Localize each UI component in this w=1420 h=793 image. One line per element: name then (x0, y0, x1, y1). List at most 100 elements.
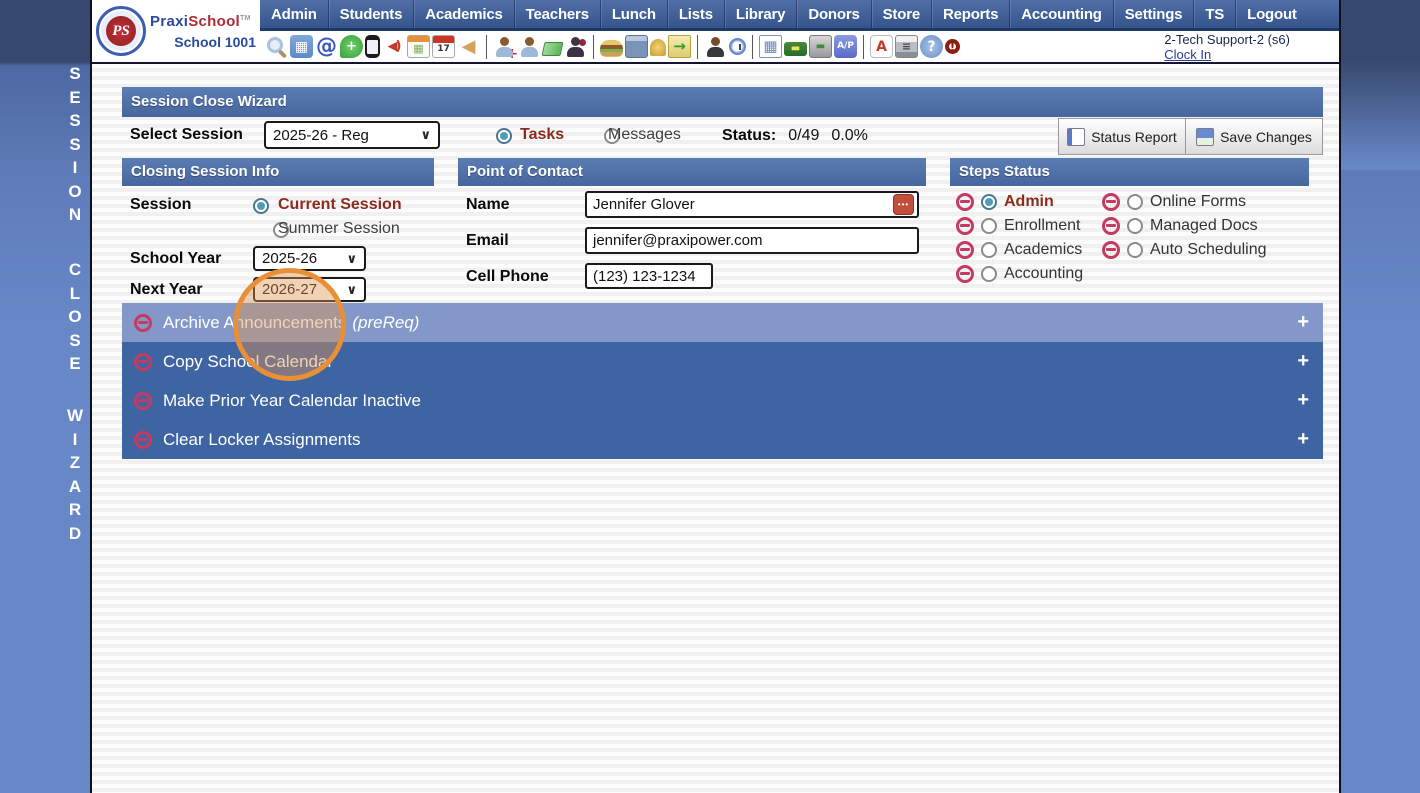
nav-item-reports[interactable]: Reports (930, 0, 1009, 28)
sidebar-word-session: SESSION (68, 64, 82, 224)
sidebar-word-wizard: WIZARD (66, 406, 84, 543)
tasks-label[interactable]: Tasks (520, 126, 564, 144)
alarm-clock-icon[interactable] (729, 38, 746, 55)
nav-item-lunch[interactable]: Lunch (599, 0, 667, 28)
calendar-color-icon[interactable]: ▦ (407, 35, 430, 58)
school-year-select[interactable]: 2025-26 ∨ (253, 246, 366, 271)
expand-plus-icon[interactable]: + (1297, 389, 1311, 412)
current-session-radio[interactable] (253, 198, 269, 214)
payment-card-icon[interactable]: ▬ (784, 42, 807, 56)
nav-item-ts[interactable]: TS (1193, 0, 1235, 28)
no-entry-icon (956, 241, 974, 259)
wizard-header: Session Close Wizard (122, 87, 1323, 117)
accounts-payable-icon[interactable]: A/P (834, 35, 857, 58)
toolbar-divider (593, 34, 594, 59)
step-label[interactable]: Online Forms (1150, 193, 1246, 211)
no-entry-icon (134, 352, 152, 371)
step-radio-academics[interactable] (981, 242, 997, 258)
mobile-phone-icon[interactable] (365, 35, 380, 58)
nav-item-logout[interactable]: Logout (1235, 0, 1308, 28)
nav-item-teachers[interactable]: Teachers (513, 0, 600, 28)
name-field[interactable]: Jennifer Glover (585, 191, 919, 218)
nav-item-academics[interactable]: Academics (413, 0, 513, 28)
task-label: Copy School Calendar (163, 351, 334, 371)
session-select-row: Select Session 2025-26 - Reg ∨ Tasks Mess… (122, 118, 1323, 158)
cell-phone-field[interactable]: (123) 123-1234 (585, 263, 713, 289)
name-more-button[interactable]: ••• (893, 194, 914, 215)
closing-session-info-header: Closing Session Info (122, 158, 434, 186)
session-select[interactable]: 2025-26 - Reg ∨ (264, 121, 440, 149)
step-radio-accounting[interactable] (981, 266, 997, 282)
status-report-button[interactable]: Status Report (1058, 118, 1185, 155)
nav-item-students[interactable]: Students (327, 0, 414, 28)
step-status-academics: Academics (956, 238, 1083, 262)
bell-icon[interactable] (650, 39, 666, 56)
nav-item-library[interactable]: Library (723, 0, 796, 28)
nav-item-donors[interactable]: Donors (796, 0, 870, 28)
speaker-icon[interactable]: ◀) (382, 35, 405, 58)
email-at-icon[interactable]: @ (315, 35, 338, 58)
status-percent: 0.0% (831, 127, 868, 144)
step-label[interactable]: Accounting (1004, 265, 1083, 283)
search-icon[interactable] (265, 35, 288, 58)
no-entry-icon (956, 265, 974, 283)
pdf-icon[interactable]: A (870, 35, 893, 58)
save-changes-button[interactable]: Save Changes (1185, 118, 1323, 155)
next-year-select[interactable]: 2026-27 ∨ (253, 277, 366, 302)
step-label[interactable]: Academics (1004, 241, 1082, 259)
family-icon[interactable] (564, 35, 587, 58)
top-right-background (1341, 0, 1420, 170)
step-label[interactable]: Managed Docs (1150, 217, 1258, 235)
toolbar-divider (752, 34, 753, 59)
money-icon[interactable] (541, 42, 564, 56)
megaphone-icon[interactable]: ◀ (457, 35, 480, 58)
task-row-copy-school-calendar[interactable]: Copy School Calendar + (122, 342, 1323, 381)
status-summary: Status: 0/49 0.0% (722, 127, 868, 145)
task-row-make-prior-year-calendar-inactive[interactable]: Make Prior Year Calendar Inactive + (122, 381, 1323, 420)
icon-toolbar: ▦ @ + ◀) ▦ 17 ◀ + → ▦ ▬ ▬ A/P A ≡?! 2-Tech Support-2 (… (260, 31, 1340, 62)
nav-item-accounting[interactable]: Accounting (1009, 0, 1113, 28)
step-status-online-forms: Online Forms (1102, 190, 1267, 214)
task-row-archive-announcements[interactable]: Archive Announcements (preReq) + (122, 303, 1323, 342)
add-person-icon[interactable]: + (493, 35, 518, 61)
step-radio-admin[interactable] (981, 194, 997, 210)
expand-plus-icon[interactable]: + (1297, 428, 1311, 451)
step-status-accounting: Accounting (956, 262, 1083, 286)
step-label[interactable]: Enrollment (1004, 217, 1080, 235)
nav-item-settings[interactable]: Settings (1112, 0, 1194, 28)
expand-plus-icon[interactable]: + (1297, 350, 1311, 373)
step-radio-enrollment[interactable] (981, 218, 997, 234)
person-icon[interactable] (518, 35, 541, 58)
step-label[interactable]: Auto Scheduling (1150, 241, 1267, 259)
step-radio-managed-docs[interactable] (1127, 218, 1143, 234)
messages-label[interactable]: Messages (608, 126, 681, 144)
toolbar-divider (486, 34, 487, 59)
nav-item-admin[interactable]: Admin (260, 0, 328, 28)
spreadsheet-icon[interactable]: ▦ (759, 35, 782, 58)
step-radio-online-forms[interactable] (1127, 194, 1143, 210)
clock-in-link[interactable]: Clock In (1164, 47, 1290, 62)
current-session-label[interactable]: Current Session (278, 196, 402, 214)
send-note-icon[interactable]: → (668, 35, 691, 58)
nav-item-store[interactable]: Store (870, 0, 931, 28)
email-label: Email (466, 232, 509, 249)
tasks-radio[interactable] (496, 128, 512, 144)
step-label[interactable]: Admin (1004, 193, 1054, 211)
email-field[interactable]: jennifer@praxipower.com (585, 227, 919, 254)
cash-register-icon[interactable]: ▬ (809, 35, 832, 58)
header-divider (92, 62, 1340, 64)
lunch-burger-icon[interactable] (600, 39, 623, 57)
calendar-date-icon[interactable]: 17 (432, 35, 455, 58)
nav-item-lists[interactable]: Lists (666, 0, 724, 28)
expand-plus-icon[interactable]: + (1297, 311, 1311, 334)
help-icon[interactable]: ? (920, 35, 943, 58)
chat-icon[interactable]: + (340, 35, 363, 58)
staff-person-icon[interactable] (704, 35, 727, 58)
printer-icon[interactable]: ≡ (895, 35, 918, 58)
task-row-clear-locker-assignments[interactable]: Clear Locker Assignments + (122, 420, 1323, 459)
summer-session-label[interactable]: Summer Session (278, 220, 400, 238)
step-radio-auto-scheduling[interactable] (1127, 242, 1143, 258)
calendar-grid-icon[interactable]: ▦ (290, 35, 313, 58)
notebook-icon[interactable] (625, 35, 648, 58)
stop-icon[interactable]: ! (945, 39, 960, 54)
